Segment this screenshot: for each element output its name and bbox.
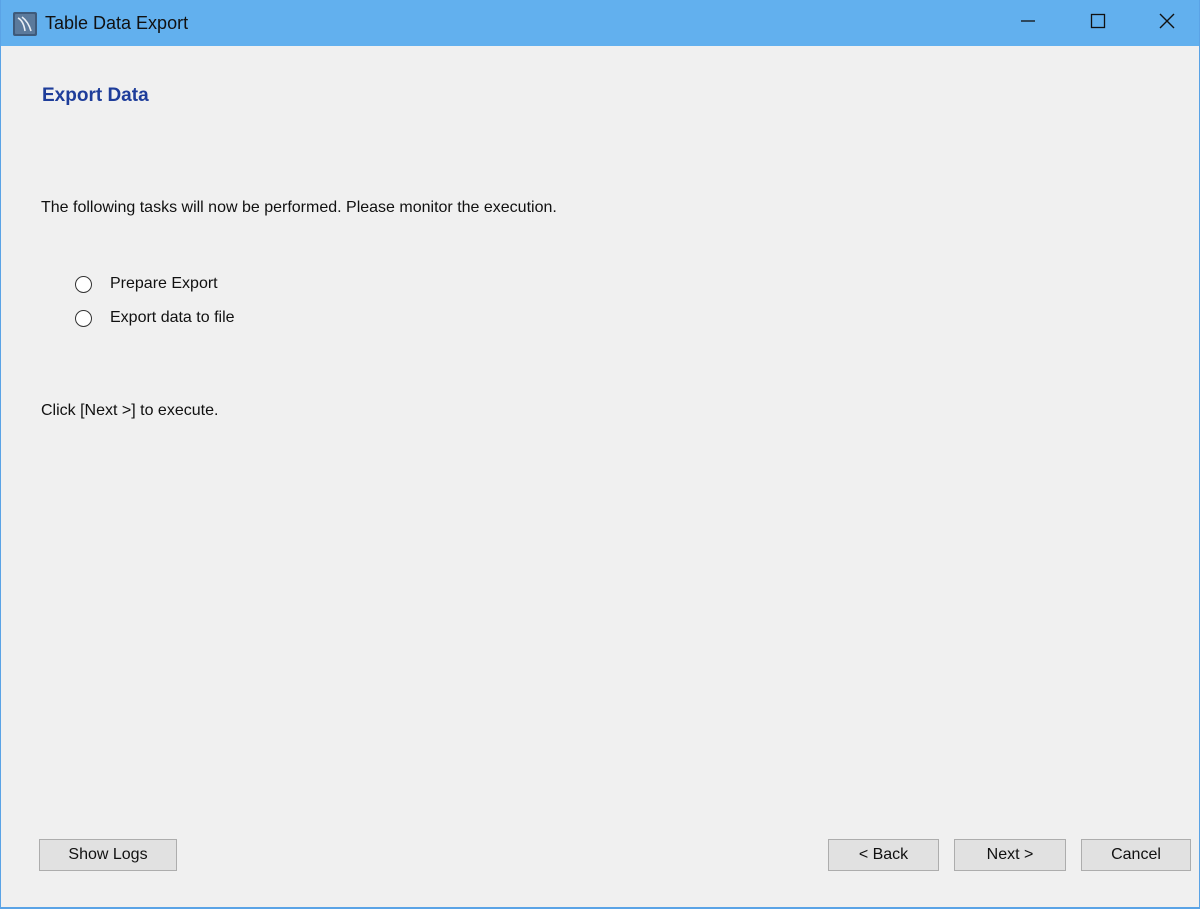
task-label: Export data to file	[110, 309, 235, 326]
back-button[interactable]: < Back	[828, 839, 939, 871]
next-button[interactable]: Next >	[954, 839, 1066, 871]
execute-hint: Click [Next >] to execute.	[41, 402, 219, 419]
cancel-button[interactable]: Cancel	[1081, 839, 1191, 871]
maximize-button[interactable]	[1064, 0, 1132, 46]
task-label: Prepare Export	[110, 275, 218, 292]
table-data-export-window: Table Data Export Export Data The follow…	[0, 0, 1200, 909]
task-status-indicator	[75, 309, 92, 327]
minimize-icon	[1020, 13, 1036, 34]
intro-text: The following tasks will now be performe…	[41, 199, 557, 216]
mysql-workbench-icon	[13, 12, 37, 36]
title-bar[interactable]: Table Data Export	[1, 0, 1199, 46]
page-heading: Export Data	[42, 85, 149, 106]
show-logs-button[interactable]: Show Logs	[39, 839, 177, 871]
task-status-indicator	[75, 275, 92, 293]
minimize-button[interactable]	[994, 0, 1062, 46]
close-button[interactable]	[1133, 0, 1200, 46]
close-icon	[1158, 12, 1176, 35]
task-item-prepare-export: Prepare Export	[75, 274, 218, 294]
task-item-export-data-to-file: Export data to file	[75, 308, 235, 328]
window-title: Table Data Export	[45, 13, 189, 33]
maximize-icon	[1090, 13, 1106, 34]
